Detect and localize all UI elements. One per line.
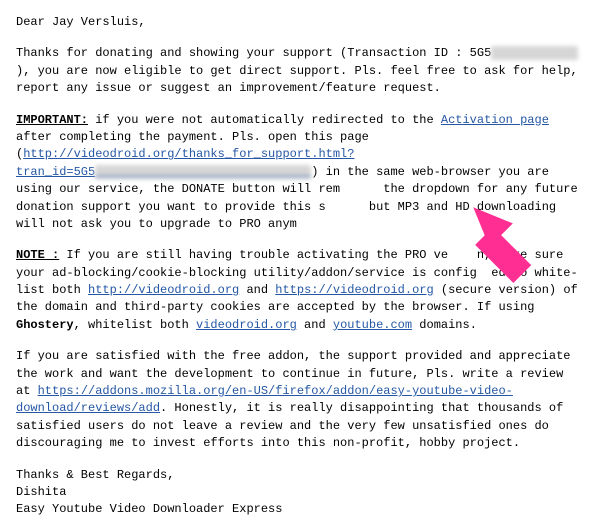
activation-page-link[interactable]: Activation page [441, 113, 549, 127]
videodroid-link[interactable]: videodroid.org [196, 318, 297, 332]
text: and [239, 283, 275, 297]
text: if you were not automatically redirected… [88, 113, 441, 127]
redacted-url-tail: XXXXXXXXXXXXXXXXXXXXXXXXXXXXXX [95, 165, 311, 179]
text: ), you are now eligible to get direct su… [16, 64, 578, 95]
youtube-link[interactable]: youtube.com [333, 318, 412, 332]
paragraph-thanks: Thanks for donating and showing your sup… [16, 45, 584, 97]
paragraph-satisfied: If you are satisfied with the free addon… [16, 348, 584, 452]
greeting: Dear Jay Versluis, [16, 14, 584, 31]
text: Thanks for donating and showing your sup… [16, 46, 491, 60]
text: domains. [412, 318, 477, 332]
text: , whitelist both [74, 318, 196, 332]
paragraph-note: NOTE : If you are still having trouble a… [16, 247, 584, 334]
redacted-transaction-id: XXXXXXXXXXXX [491, 46, 577, 60]
signoff-name: Dishita [16, 484, 584, 501]
text: If you are still having trouble activati… [59, 248, 448, 262]
signoff-regards: Thanks & Best Regards, [16, 467, 584, 484]
paragraph-important: IMPORTANT: if you were not automatically… [16, 112, 584, 234]
activation-url-link[interactable]: http://videodroid.org/thanks_for_support… [16, 147, 354, 178]
note-label: NOTE : [16, 248, 59, 262]
ghostery-label: Ghostery [16, 318, 74, 332]
https-domain-link[interactable]: https://videodroid.org [275, 283, 433, 297]
http-domain-link[interactable]: http://videodroid.org [88, 283, 239, 297]
signoff-product: Easy Youtube Video Downloader Express [16, 501, 584, 518]
text: and [297, 318, 333, 332]
important-label: IMPORTANT: [16, 113, 88, 127]
